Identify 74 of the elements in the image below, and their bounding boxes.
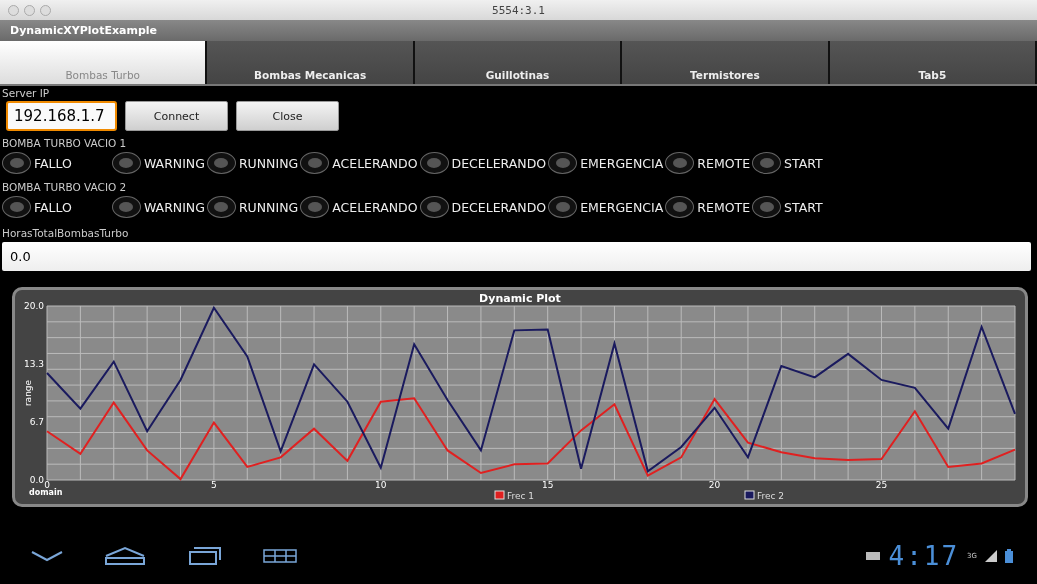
- radio-label: START: [784, 155, 823, 171]
- y-tick-label: 0.0: [29, 475, 44, 485]
- radio-button[interactable]: [2, 196, 31, 218]
- radio-button[interactable]: [206, 152, 236, 174]
- radio-button[interactable]: [665, 196, 695, 218]
- radio-label: START: [784, 199, 823, 215]
- radio-label: DECELERANDO: [451, 199, 547, 215]
- action-button[interactable]: Connect: [125, 101, 228, 131]
- axis-label: range: [23, 379, 33, 407]
- y-tick-label: 6.7: [29, 416, 44, 427]
- ip-field[interactable]: 192.168.1.7: [6, 101, 117, 131]
- window-control-icon[interactable]: [24, 4, 35, 16]
- chart-title: Dynamic Plot: [479, 292, 561, 305]
- radio-button[interactable]: [548, 152, 578, 174]
- group-label: BOMBA TURBO VACIO 1: [2, 136, 128, 150]
- radio-button[interactable]: [206, 196, 236, 218]
- y-tick-label: 20.0: [23, 301, 44, 311]
- radio-label: EMERGENCIA: [580, 155, 664, 171]
- window-control-icon[interactable]: [8, 4, 19, 16]
- radio-button[interactable]: [111, 152, 141, 174]
- radio-button[interactable]: [665, 152, 695, 174]
- radio-label: FALLO: [34, 155, 72, 171]
- x-tick-label: 0: [44, 480, 50, 490]
- legend-swatch: [744, 490, 755, 500]
- hours-field[interactable]: 0.0: [2, 242, 1031, 271]
- radio-button[interactable]: [419, 152, 449, 174]
- axis-label: domain: [29, 488, 63, 497]
- action-button[interactable]: Close: [236, 101, 339, 131]
- clock: 4:17: [888, 541, 960, 571]
- radio-label: REMOTE: [697, 155, 751, 171]
- legend-label: Frec 1: [507, 491, 535, 501]
- radio-label: FALLO: [34, 199, 72, 215]
- radio-label: REMOTE: [697, 199, 751, 215]
- recent-apps-icon[interactable]: [186, 546, 222, 566]
- tab[interactable]: Termistores: [622, 41, 830, 84]
- field-label: HorasTotalBombasTurbo: [2, 226, 130, 240]
- radio-label: DECELERANDO: [451, 155, 547, 171]
- radio-label: ACELERANDO: [332, 155, 418, 171]
- window-control-icon[interactable]: [40, 4, 51, 16]
- radio-button[interactable]: [752, 196, 782, 218]
- radio-label: WARNING: [143, 199, 205, 215]
- tab[interactable]: Bombas Mecanicas: [207, 41, 415, 84]
- radio-button[interactable]: [111, 196, 141, 218]
- legend-swatch: [494, 490, 505, 500]
- radio-label: RUNNING: [238, 155, 299, 171]
- radio-button[interactable]: [548, 196, 578, 218]
- legend-label: Frec 2: [757, 491, 785, 501]
- radio-label: RUNNING: [238, 199, 299, 215]
- keyboard-icon: [866, 552, 881, 560]
- back-icon[interactable]: [30, 550, 64, 562]
- radio-button[interactable]: [752, 152, 782, 174]
- battery-icon: [1005, 549, 1013, 563]
- window-title: 5554:3.1: [492, 3, 545, 17]
- home-icon[interactable]: [104, 546, 146, 566]
- x-tick-label: 25: [875, 480, 888, 490]
- y-tick-label: 13.3: [23, 359, 44, 370]
- signal-icon: [985, 550, 997, 562]
- radio-label: WARNING: [143, 155, 205, 171]
- radio-label: ACELERANDO: [332, 199, 418, 215]
- group-label: BOMBA TURBO VACIO 2: [2, 180, 128, 194]
- tab[interactable]: Tab5: [829, 41, 1037, 84]
- radio-button[interactable]: [300, 152, 330, 174]
- x-tick-label: 15: [541, 480, 554, 490]
- radio-button[interactable]: [419, 196, 449, 218]
- field-label: Server IP: [2, 86, 51, 100]
- x-tick-label: 20: [708, 480, 721, 490]
- radio-label: EMERGENCIA: [580, 199, 664, 215]
- app-title: DynamicXYPlotExample: [10, 24, 157, 37]
- grid-icon[interactable]: [262, 548, 298, 564]
- radio-button[interactable]: [2, 152, 31, 174]
- x-tick-label: 10: [375, 480, 387, 490]
- radio-button[interactable]: [300, 196, 330, 218]
- tab[interactable]: Guillotinas: [414, 41, 623, 84]
- x-tick-label: 5: [211, 480, 217, 490]
